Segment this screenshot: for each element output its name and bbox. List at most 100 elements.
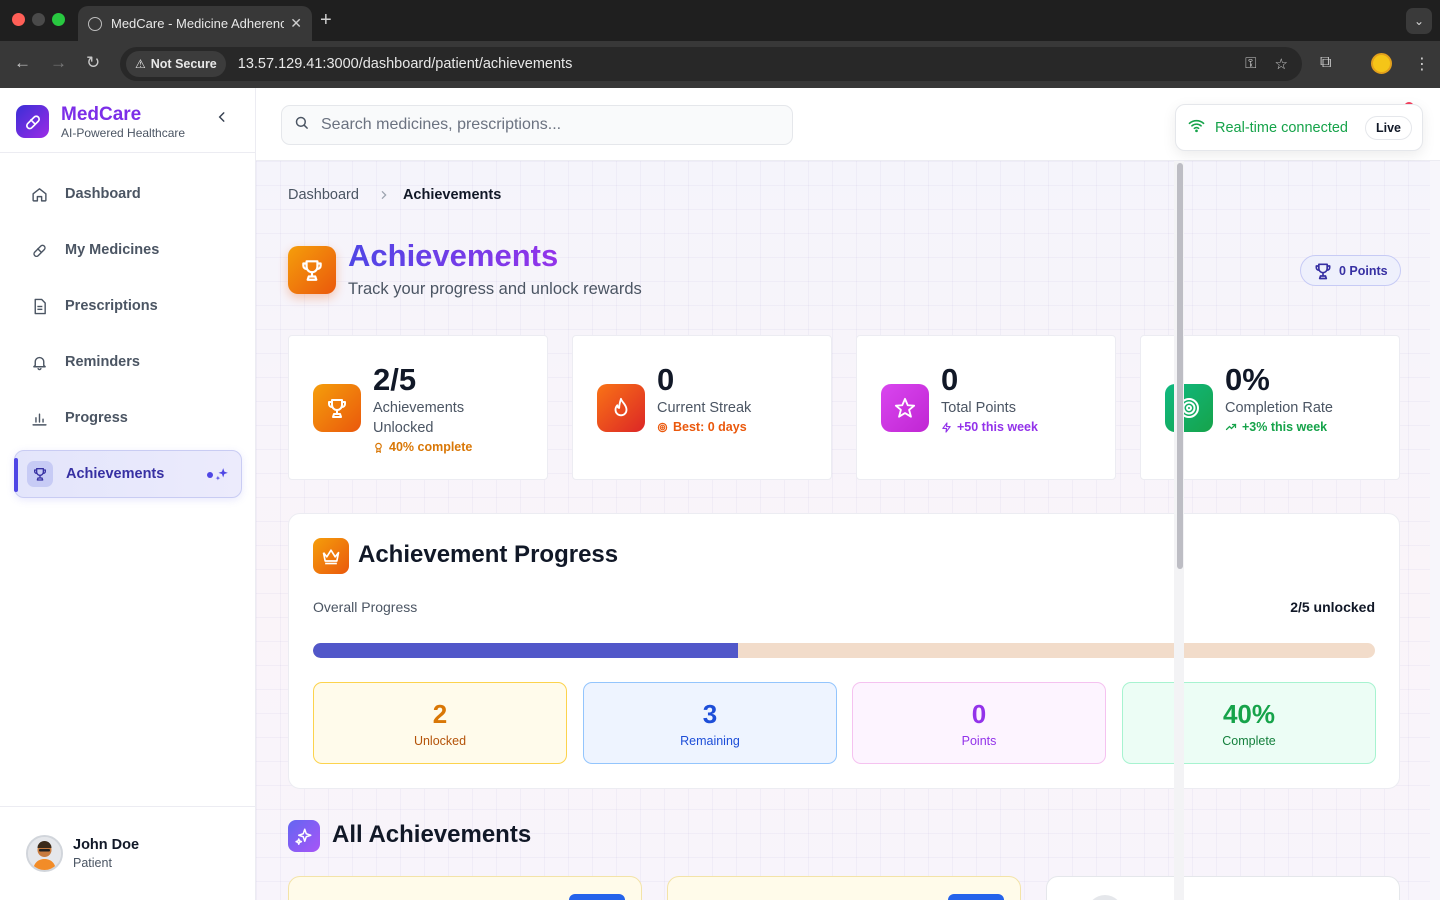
summary-remaining: 3 Remaining <box>583 682 837 764</box>
page-title: Achievements <box>348 238 559 273</box>
breadcrumb: Dashboard Achievements <box>288 187 501 203</box>
stat-footnote: Best: 0 days <box>657 420 747 434</box>
brand-name: MedCare <box>61 104 142 125</box>
user-profile[interactable]: John Doe Patient <box>0 806 255 900</box>
stat-footnote: +3% this week <box>1225 420 1327 434</box>
sidebar-item-label: Dashboard <box>65 186 141 202</box>
scrollbar-thumb[interactable] <box>1177 163 1183 569</box>
user-name: John Doe <box>73 837 140 853</box>
window-close-button[interactable] <box>12 13 25 26</box>
collapse-sidebar-chevron-icon[interactable] <box>215 110 229 129</box>
search-input[interactable] <box>321 116 761 134</box>
sidebar: MedCare AI-Powered Healthcare Dashboard … <box>0 88 256 900</box>
warning-icon: ⚠ <box>135 57 146 71</box>
stat-value: 2/5 <box>373 362 417 397</box>
realtime-status-popup: Real-time connected Live <box>1175 104 1423 151</box>
forward-icon[interactable]: → <box>50 53 67 73</box>
stat-label: Current Streak <box>657 400 752 416</box>
address-bar[interactable]: ⚠ Not Secure 13.57.129.41:3000/dashboard… <box>120 47 1302 81</box>
bookmark-star-icon[interactable]: ☆ <box>1275 55 1288 73</box>
browser-tab-bar: MedCare - Medicine Adherence ✕ + ⌄ <box>0 0 1440 41</box>
pill-icon <box>30 241 48 259</box>
target-icon <box>1165 384 1213 432</box>
sidebar-item-label: Progress <box>65 410 128 426</box>
bar-chart-icon <box>30 409 48 427</box>
target-icon <box>657 422 668 432</box>
sidebar-item-reminders[interactable]: Reminders <box>14 338 242 386</box>
breadcrumb-dashboard-link[interactable]: Dashboard <box>288 187 359 203</box>
trophy-icon <box>313 384 361 432</box>
extensions-icon[interactable]: ⧉ <box>1320 54 1331 72</box>
brand-tagline: AI-Powered Healthcare <box>61 126 186 140</box>
browser-menu-icon[interactable]: ⋮ <box>1414 54 1430 74</box>
flame-icon <box>597 384 645 432</box>
tab-title: MedCare - Medicine Adherence <box>111 16 285 31</box>
award-icon <box>375 442 382 453</box>
achievement-card[interactable] <box>1046 876 1400 900</box>
active-indicator-dot <box>207 472 213 478</box>
stat-card-achievements: 2/5 Achievements Unlocked 40% complete <box>288 335 548 480</box>
document-icon <box>30 297 48 315</box>
search-box[interactable] <box>281 105 793 145</box>
summary-label: Complete <box>1222 733 1276 748</box>
tab-close-icon[interactable]: ✕ <box>290 15 302 32</box>
reload-icon[interactable]: ↻ <box>86 53 100 73</box>
sparkles-icon <box>288 820 320 852</box>
browser-toolbar: ← → ↻ ⚠ Not Secure 13.57.129.41:3000/das… <box>0 41 1440 88</box>
achievement-card[interactable] <box>667 876 1021 900</box>
key-icon[interactable]: ⚿ <box>1245 55 1256 73</box>
back-icon[interactable]: ← <box>14 53 31 73</box>
crown-icon <box>313 538 349 574</box>
section-title: Achievement Progress <box>358 541 619 568</box>
achievement-card[interactable] <box>288 876 642 900</box>
scrollbar[interactable] <box>1174 161 1184 900</box>
url-text[interactable]: 13.57.129.41:3000/dashboard/patient/achi… <box>238 56 573 72</box>
pill-logo-icon <box>16 105 49 138</box>
app: MedCare AI-Powered Healthcare Dashboard … <box>0 88 1440 900</box>
overall-progress-label: Overall Progress <box>313 599 418 615</box>
status-badge <box>569 894 625 900</box>
stat-value: 0 <box>941 362 959 397</box>
chevron-right-icon <box>379 188 389 203</box>
home-icon <box>30 185 48 203</box>
sidebar-item-label: Prescriptions <box>65 298 158 314</box>
sidebar-item-achievements[interactable]: Achievements <box>14 450 242 498</box>
sidebar-item-label: Achievements <box>66 466 165 482</box>
summary-label: Unlocked <box>413 733 467 748</box>
realtime-status-text: Real-time connected <box>1215 119 1348 136</box>
trending-up-icon <box>1225 423 1237 431</box>
lightning-icon <box>942 421 951 433</box>
trophy-icon <box>1315 263 1331 279</box>
tab-search-chevron-icon[interactable]: ⌄ <box>1406 8 1432 34</box>
top-bar: Real-time connected Live <box>256 88 1440 161</box>
bell-icon <box>30 353 48 371</box>
new-tab-icon[interactable]: + <box>320 9 332 32</box>
progress-bar <box>313 643 1375 658</box>
page-subtitle: Track your progress and unlock rewards <box>348 280 642 298</box>
unlocked-count: 2/5 unlocked <box>1290 599 1375 615</box>
section-title: All Achievements <box>332 821 532 848</box>
security-chip[interactable]: ⚠ Not Secure <box>126 51 226 77</box>
summary-label: Remaining <box>680 733 740 748</box>
search-icon <box>294 115 309 135</box>
sidebar-item-my-medicines[interactable]: My Medicines <box>14 226 242 274</box>
breadcrumb-current: Achievements <box>402 187 502 203</box>
trophy-icon <box>27 461 53 487</box>
profile-avatar-icon[interactable] <box>1371 53 1392 74</box>
summary-value: 40% <box>1222 698 1276 729</box>
sidebar-item-dashboard[interactable]: Dashboard <box>14 170 242 218</box>
summary-unlocked: 2 Unlocked <box>313 682 567 764</box>
window-minimize-button[interactable] <box>32 13 45 26</box>
sidebar-nav: Dashboard My Medicines Prescriptions Rem… <box>14 170 242 506</box>
stat-value: 0 <box>657 362 675 397</box>
points-badge-label: 0 Points <box>1339 263 1388 278</box>
wifi-icon <box>1188 117 1205 139</box>
browser-tab[interactable]: MedCare - Medicine Adherence ✕ <box>78 6 312 41</box>
window-maximize-button[interactable] <box>52 13 65 26</box>
sidebar-item-progress[interactable]: Progress <box>14 394 242 442</box>
sidebar-item-prescriptions[interactable]: Prescriptions <box>14 282 242 330</box>
avatar <box>26 835 63 872</box>
progress-bar-fill <box>313 643 738 658</box>
points-badge: 0 Points <box>1300 255 1401 286</box>
sidebar-item-label: Reminders <box>65 354 140 370</box>
